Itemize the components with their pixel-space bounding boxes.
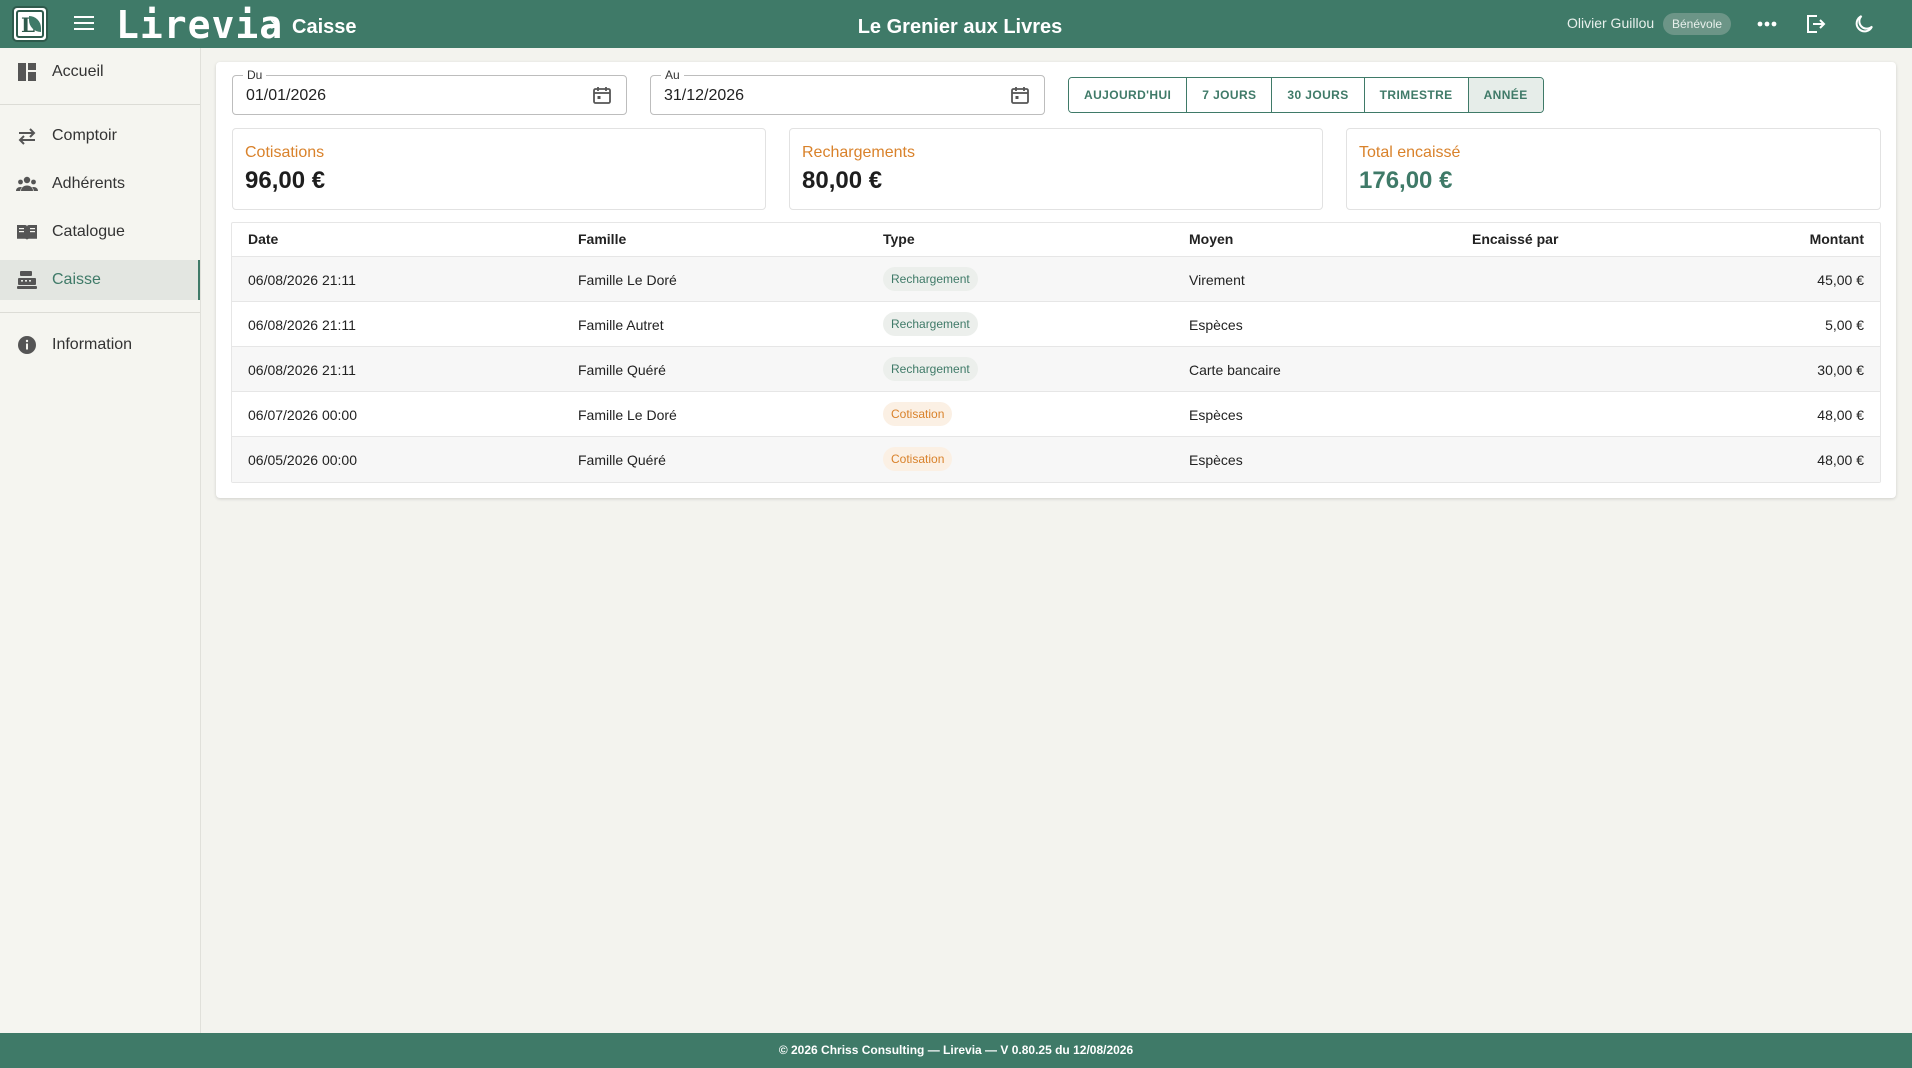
type-badge: Rechargement: [883, 357, 978, 381]
transactions-table: Date Famille Type Moyen Encaissé par Mon…: [231, 222, 1881, 483]
footer-text: © 2026 Chriss Consulting — Lirevia — V 0…: [778, 1043, 1134, 1057]
cell-famille: Famille Le Doré: [578, 407, 677, 423]
table-row[interactable]: 06/07/2026 00:00 Famille Le Doré Cotisat…: [232, 392, 1880, 437]
sidebar-item-label: Information: [52, 336, 133, 353]
cell-date: 06/05/2026 00:00: [248, 452, 357, 468]
cell-moyen: Carte bancaire: [1189, 362, 1281, 378]
sidebar-item-accueil[interactable]: Accueil: [0, 52, 200, 92]
table-row[interactable]: 06/08/2026 21:11 Famille Autret Recharge…: [232, 302, 1880, 347]
column-header-moyen[interactable]: Moyen: [1189, 231, 1233, 247]
stat-total-encaisse: Total encaissé 176,00 €: [1346, 128, 1881, 210]
cell-moyen: Virement: [1189, 272, 1245, 288]
brand-name: Lirevia: [116, 3, 284, 47]
column-header-encaisse-par[interactable]: Encaissé par: [1472, 231, 1558, 247]
sidebar-item-comptoir[interactable]: Comptoir: [0, 116, 200, 156]
column-header-famille[interactable]: Famille: [578, 231, 626, 247]
calendar-icon[interactable]: [1010, 85, 1030, 105]
date-to-field[interactable]: Au 31/12/2026: [650, 68, 1045, 115]
cell-date: 06/08/2026 21:11: [248, 317, 356, 333]
sidebar-item-adherents[interactable]: Adhérents: [0, 164, 200, 204]
calendar-icon[interactable]: [592, 85, 612, 105]
column-header-type[interactable]: Type: [883, 231, 915, 247]
top-app-bar: L Lirevia › Caisse Le Grenier aux Livres…: [0, 0, 1912, 48]
cell-moyen: Espèces: [1189, 452, 1243, 468]
cell-famille: Famille Autret: [578, 317, 664, 333]
column-header-date[interactable]: Date: [248, 231, 278, 247]
cell-date: 06/08/2026 21:11: [248, 272, 356, 288]
cell-famille: Famille Quéré: [578, 452, 666, 468]
dashboard-icon: [16, 62, 38, 82]
period-today-button[interactable]: AUJOURD'HUI: [1069, 78, 1188, 112]
period-quarter-button[interactable]: TRIMESTRE: [1364, 78, 1469, 112]
sidebar-item-label: Catalogue: [52, 223, 125, 240]
stat-label: Cotisations: [245, 144, 325, 161]
breadcrumb-separator: ›: [270, 13, 277, 35]
sidebar-item-label: Comptoir: [52, 127, 117, 144]
info-icon: [16, 335, 38, 355]
type-badge: Cotisation: [883, 402, 953, 426]
cell-montant: 48,00 €: [1817, 452, 1864, 468]
period-toggle-group: AUJOURD'HUI 7 JOURS 30 JOURS TRIMESTRE A…: [1068, 77, 1544, 113]
sidebar-item-label: Accueil: [52, 63, 104, 80]
logout-icon[interactable]: [1803, 12, 1827, 36]
app-logo[interactable]: L: [12, 6, 48, 42]
table-row[interactable]: 06/08/2026 21:11 Famille Le Doré Recharg…: [232, 257, 1880, 302]
stat-cotisations: Cotisations 96,00 €: [232, 128, 766, 210]
type-badge: Rechargement: [883, 312, 978, 336]
sidebar-item-information[interactable]: Information: [0, 325, 200, 365]
user-name: Olivier Guillou: [1567, 15, 1655, 31]
sidebar-item-label: Adhérents: [52, 175, 125, 192]
date-from-field[interactable]: Du 01/01/2026: [232, 68, 627, 115]
stat-value: 176,00 €: [1359, 167, 1453, 194]
sidebar-divider: [0, 312, 200, 313]
table-row[interactable]: 06/08/2026 21:11 Famille Quéré Rechargem…: [232, 347, 1880, 392]
sidebar-item-label: Caisse: [52, 271, 101, 288]
period-30-days-button[interactable]: 30 JOURS: [1272, 78, 1365, 112]
table-header-row: Date Famille Type Moyen Encaissé par Mon…: [232, 223, 1880, 257]
stat-label: Total encaissé: [1359, 144, 1461, 161]
swap-icon: [16, 126, 38, 146]
type-badge: Rechargement: [883, 267, 978, 291]
sidebar-divider: [0, 104, 200, 105]
stat-rechargements: Rechargements 80,00 €: [789, 128, 1323, 210]
date-to-value[interactable]: 31/12/2026: [664, 87, 744, 105]
menu-icon[interactable]: [74, 16, 94, 32]
date-from-value[interactable]: 01/01/2026: [246, 87, 326, 105]
date-from-label: Du: [243, 68, 267, 82]
cell-moyen: Espèces: [1189, 317, 1243, 333]
stat-value: 96,00 €: [245, 167, 326, 194]
column-header-montant[interactable]: Montant: [1810, 231, 1864, 247]
caisse-card: Du 01/01/2026 Au 31/12/2026 AUJOURD'HUI …: [216, 62, 1896, 498]
breadcrumb-current: Caisse: [292, 16, 357, 38]
type-badge: Cotisation: [883, 447, 953, 471]
date-to-label: Au: [661, 68, 684, 82]
cell-famille: Famille Quéré: [578, 362, 666, 378]
more-icon[interactable]: [1755, 12, 1779, 36]
cell-moyen: Espèces: [1189, 407, 1243, 423]
sidebar-item-catalogue[interactable]: Catalogue: [0, 212, 200, 252]
user-role-badge: Bénévole: [1663, 13, 1732, 35]
cell-montant: 45,00 €: [1817, 272, 1864, 288]
period-year-button[interactable]: ANNÉE: [1468, 78, 1543, 112]
sidebar: Accueil Comptoir Adhérents Catalogue Cai…: [0, 48, 201, 1033]
sidebar-item-caisse[interactable]: Caisse: [0, 260, 200, 300]
table-row[interactable]: 06/05/2026 00:00 Famille Quéré Cotisatio…: [232, 437, 1880, 482]
group-icon: [16, 174, 38, 194]
cell-famille: Famille Le Doré: [578, 272, 677, 288]
cell-montant: 5,00 €: [1825, 317, 1864, 333]
cell-montant: 30,00 €: [1817, 362, 1864, 378]
book-icon: [16, 222, 38, 242]
stat-label: Rechargements: [802, 144, 915, 161]
period-7-days-button[interactable]: 7 JOURS: [1187, 78, 1273, 112]
cell-date: 06/07/2026 00:00: [248, 407, 357, 423]
cell-montant: 48,00 €: [1817, 407, 1864, 423]
dark-mode-icon[interactable]: [1852, 12, 1876, 36]
cash-register-icon: [16, 270, 38, 290]
cell-date: 06/08/2026 21:11: [248, 362, 356, 378]
stat-value: 80,00 €: [802, 167, 883, 194]
footer: © 2026 Chriss Consulting — Lirevia — V 0…: [0, 1033, 1912, 1068]
